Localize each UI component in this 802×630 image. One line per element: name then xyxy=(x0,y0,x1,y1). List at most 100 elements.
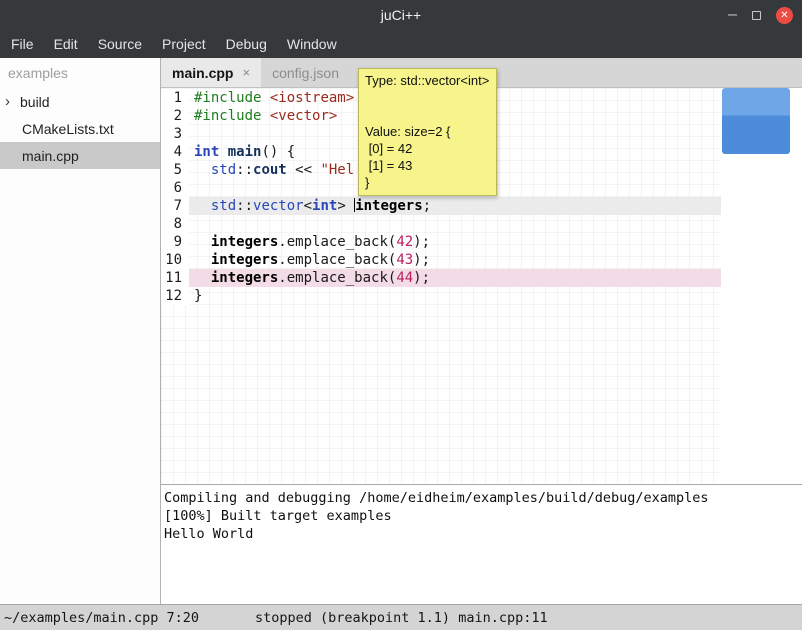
menu-item-project[interactable]: Project xyxy=(152,36,216,52)
tree-item-label: CMakeLists.txt xyxy=(22,121,114,137)
sidebar-item-build[interactable]: ›build xyxy=(0,88,160,115)
code-text: integers.emplace_back(44); xyxy=(189,269,721,287)
code-segment: ); xyxy=(413,234,430,250)
code-segment: () { xyxy=(261,144,295,160)
menu-item-window[interactable]: Window xyxy=(277,36,347,52)
close-button[interactable]: ✕ xyxy=(776,7,793,24)
line-number: 3 xyxy=(161,125,189,143)
code-segment: ); xyxy=(413,270,430,286)
tooltip-line: Type: std::vector<int> xyxy=(365,72,489,89)
code-segment: 42 xyxy=(396,234,413,250)
debug-tooltip: Type: std::vector<int>Value: size=2 { [0… xyxy=(358,68,497,196)
code-text: integers.emplace_back(42); xyxy=(189,233,721,251)
tab-label: config.json xyxy=(272,65,339,81)
scroll-overview-indicator[interactable] xyxy=(722,88,790,154)
window-title: juCi++ xyxy=(381,7,421,23)
tooltip-line: [1] = 43 xyxy=(365,157,489,174)
output-line: [100%] Built target examples xyxy=(164,507,800,525)
line-number: 9 xyxy=(161,233,189,251)
code-segment: ; xyxy=(423,198,431,214)
tooltip-line: [0] = 42 xyxy=(365,140,489,157)
code-segment: .emplace_back( xyxy=(278,252,396,268)
line-number: 11 xyxy=(161,269,189,287)
file-tree: ›build CMakeLists.txt main.cpp xyxy=(0,88,160,169)
tree-item-label: main.cpp xyxy=(22,148,79,164)
code-segment: << xyxy=(287,162,321,178)
minimize-button[interactable]: – xyxy=(728,10,737,20)
line-number: 10 xyxy=(161,251,189,269)
sidebar-item-main-cpp[interactable]: main.cpp xyxy=(0,142,160,169)
code-segment: std xyxy=(211,198,236,214)
code-segment: <iostream> xyxy=(270,90,354,106)
line-number: 1 xyxy=(161,89,189,107)
code-text: std::vector<int> integers; xyxy=(189,197,721,215)
tooltip-line xyxy=(365,106,489,123)
restore-button[interactable] xyxy=(752,11,761,20)
code-line[interactable]: 11 integers.emplace_back(44); xyxy=(161,269,721,287)
code-segment: int xyxy=(312,198,337,214)
code-segment: main xyxy=(228,144,262,160)
code-text: } xyxy=(189,287,721,305)
tooltip-line: } xyxy=(365,174,489,191)
code-segment: integers xyxy=(211,252,278,268)
code-segment: > xyxy=(337,198,354,214)
code-segment xyxy=(194,234,211,250)
code-segment: integers xyxy=(211,270,278,286)
sidebar-header: examples xyxy=(0,58,160,88)
code-segment: :: xyxy=(236,198,253,214)
code-segment: ); xyxy=(413,252,430,268)
tooltip-line: Value: size=2 { xyxy=(365,123,489,140)
code-segment: integers xyxy=(355,198,422,214)
output-line: Hello World xyxy=(164,525,800,543)
line-number: 4 xyxy=(161,143,189,161)
code-line[interactable]: 12} xyxy=(161,287,721,305)
menu-item-file[interactable]: File xyxy=(1,36,44,52)
code-segment: #include xyxy=(194,108,261,124)
code-segment: integers xyxy=(211,234,278,250)
menu-item-debug[interactable]: Debug xyxy=(216,36,277,52)
code-segment xyxy=(194,270,211,286)
code-segment: <vector> xyxy=(270,108,337,124)
tab-label: main.cpp xyxy=(172,65,233,81)
code-segment xyxy=(261,108,269,124)
code-line[interactable]: 10 integers.emplace_back(43); xyxy=(161,251,721,269)
status-bar: ~/examples/main.cpp 7:20 stopped (breakp… xyxy=(0,604,802,630)
code-segment: .emplace_back( xyxy=(278,270,396,286)
chevron-right-icon[interactable]: › xyxy=(5,93,20,110)
tab-close-icon[interactable]: × xyxy=(242,65,250,80)
code-segment: cout xyxy=(253,162,287,178)
code-line[interactable]: 7 std::vector<int> integers; xyxy=(161,197,721,215)
line-number: 7 xyxy=(161,197,189,215)
window-controls: – ✕ xyxy=(728,0,793,30)
output-panel[interactable]: Compiling and debugging /home/eidheim/ex… xyxy=(161,485,802,604)
line-number: 6 xyxy=(161,179,189,197)
menu-item-source[interactable]: Source xyxy=(88,36,152,52)
code-segment: 44 xyxy=(396,270,413,286)
code-segment: :: xyxy=(236,162,253,178)
status-debug-state: stopped (breakpoint 1.1) main.cpp:11 xyxy=(255,610,548,626)
tab-config-json[interactable]: config.json xyxy=(261,58,350,87)
tab-main-cpp[interactable]: main.cpp × xyxy=(161,58,261,87)
line-number: 12 xyxy=(161,287,189,305)
code-line[interactable]: 9 integers.emplace_back(42); xyxy=(161,233,721,251)
code-segment: < xyxy=(304,198,312,214)
code-segment xyxy=(194,162,211,178)
code-segment: "Hel xyxy=(320,162,354,178)
code-segment xyxy=(219,144,227,160)
code-segment: } xyxy=(194,288,202,304)
code-segment: std xyxy=(211,162,236,178)
sidebar-item-cmakelists-txt[interactable]: CMakeLists.txt xyxy=(0,115,160,142)
code-line[interactable]: 8 xyxy=(161,215,721,233)
menu-item-edit[interactable]: Edit xyxy=(44,36,88,52)
tooltip-line xyxy=(365,89,489,106)
code-segment: vector xyxy=(253,198,304,214)
code-text: integers.emplace_back(43); xyxy=(189,251,721,269)
line-number: 8 xyxy=(161,215,189,233)
status-file-position: ~/examples/main.cpp 7:20 xyxy=(0,610,199,626)
code-text xyxy=(189,215,721,233)
title-bar: juCi++ – ✕ xyxy=(0,0,802,30)
code-segment: .emplace_back( xyxy=(278,234,396,250)
line-number: 2 xyxy=(161,107,189,125)
code-segment xyxy=(194,198,211,214)
code-segment: #include xyxy=(194,90,261,106)
